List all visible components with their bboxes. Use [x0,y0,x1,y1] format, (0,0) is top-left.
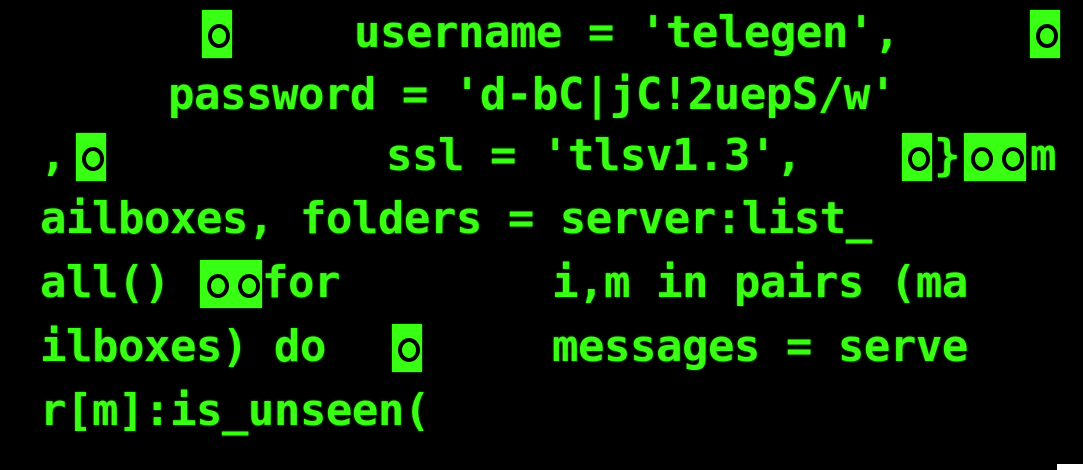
code-text: for [262,257,340,308]
control-char-block [200,260,262,308]
code-line-1: username = 'telegen', [0,4,1083,62]
code-text: password = 'd-bC|jC!2uepS/w' [168,69,896,120]
control-char-block [76,133,106,181]
control-char-block [202,10,232,58]
code-text: ilboxes) do [40,321,326,372]
code-text: , [40,130,67,181]
code-text: m [1030,130,1057,181]
control-char-block [902,133,932,181]
code-text: ssl = 'tlsv1.3', [386,130,802,181]
code-text: all() [40,257,170,308]
control-char-block [964,133,1026,181]
code-text: } [934,130,961,181]
code-line-6: ilboxes) do messages = serve [0,318,1083,376]
code-line-4: ailboxes, folders = server:list_ [0,190,1083,248]
code-text: messages = serve [552,321,968,372]
code-text: r[m]:is_unseen( [40,385,430,436]
code-text: ailboxes, folders = server:list_ [40,193,872,244]
corner-marker [1057,464,1083,470]
control-char-block [1030,10,1060,58]
terminal-window[interactable]: username = 'telegen', password = 'd-bC|j… [0,0,1083,470]
control-char-block [392,324,422,372]
code-line-7: r[m]:is_unseen( [0,382,1083,440]
code-text: i,m in pairs (ma [552,257,968,308]
code-text: username = 'telegen', [354,7,900,58]
code-line-3: , ssl = 'tlsv1.3', } m [0,127,1083,185]
code-line-2: password = 'd-bC|jC!2uepS/w' [0,66,1083,124]
code-line-5: all() for i,m in pairs (ma [0,254,1083,312]
